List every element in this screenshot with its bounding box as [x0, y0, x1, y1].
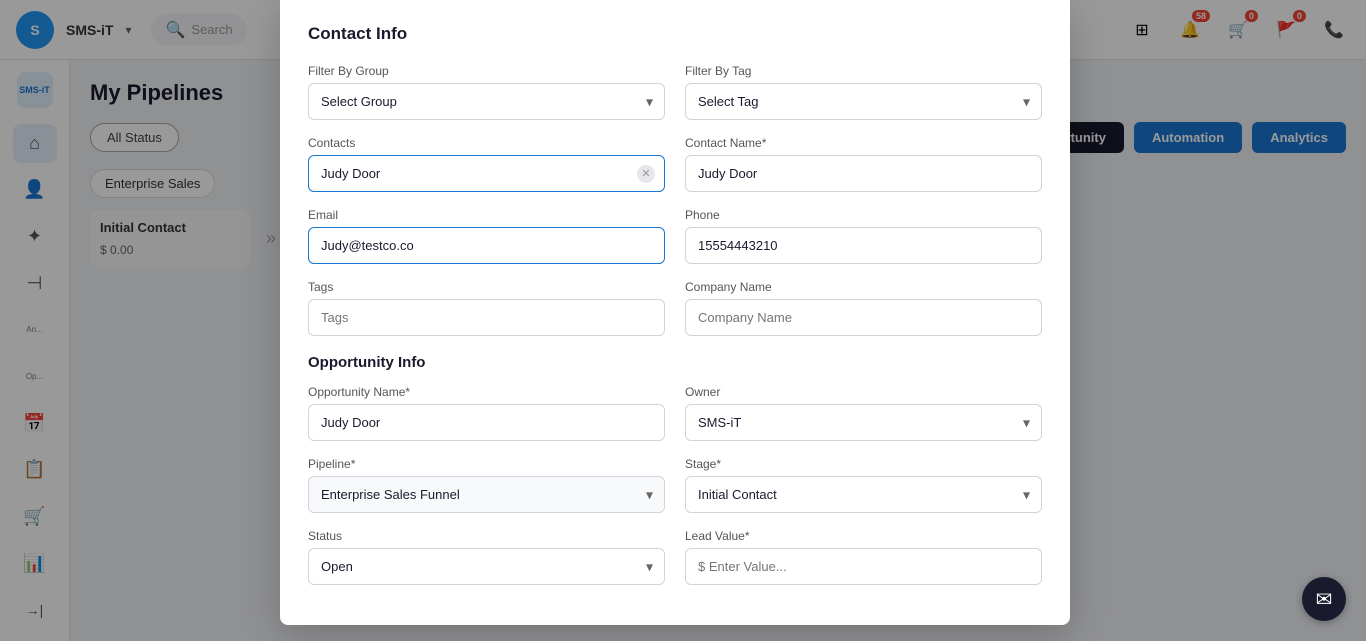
chat-icon: ✉: [1316, 587, 1333, 612]
pipeline-select[interactable]: Enterprise Sales Funnel: [308, 476, 665, 513]
owner-label: Owner: [685, 385, 1042, 399]
contacts-group: Contacts ✕: [308, 136, 665, 192]
filter-tag-label: Filter By Tag: [685, 64, 1042, 78]
pipeline-stage-row: Pipeline* Enterprise Sales Funnel Stage*…: [308, 457, 1042, 513]
email-group: Email: [308, 208, 665, 264]
owner-group: Owner SMS-iT: [685, 385, 1042, 441]
company-input[interactable]: [685, 299, 1042, 336]
stage-select[interactable]: Initial Contact: [685, 476, 1042, 513]
stage-select-wrapper: Initial Contact: [685, 476, 1042, 513]
contacts-input[interactable]: [308, 155, 665, 192]
contact-input-wrapper: ✕: [308, 155, 665, 192]
select-group-dropdown[interactable]: Select Group: [308, 83, 665, 120]
chat-button[interactable]: ✉: [1302, 577, 1346, 621]
pipeline-select-wrapper: Enterprise Sales Funnel: [308, 476, 665, 513]
lead-value-group: Lead Value*: [685, 529, 1042, 585]
email-phone-row: Email Phone: [308, 208, 1042, 264]
lead-value-label: Lead Value*: [685, 529, 1042, 543]
lead-value-input[interactable]: [685, 548, 1042, 585]
filter-group-group: Filter By Group Select Group: [308, 64, 665, 120]
status-lead-row: Status Open Lead Value*: [308, 529, 1042, 585]
opp-name-group: Opportunity Name*: [308, 385, 665, 441]
select-tag-wrapper: Select Tag: [685, 83, 1042, 120]
opp-name-input[interactable]: [308, 404, 665, 441]
stage-group: Stage* Initial Contact: [685, 457, 1042, 513]
stage-label: Stage*: [685, 457, 1042, 471]
owner-select[interactable]: SMS-iT: [685, 404, 1042, 441]
opp-name-owner-row: Opportunity Name* Owner SMS-iT: [308, 385, 1042, 441]
company-group: Company Name: [685, 280, 1042, 336]
contact-clear-btn[interactable]: ✕: [637, 165, 655, 183]
tags-input[interactable]: [308, 299, 665, 336]
tags-company-row: Tags Company Name: [308, 280, 1042, 336]
contacts-label: Contacts: [308, 136, 665, 150]
tags-group: Tags: [308, 280, 665, 336]
contact-name-label: Contact Name*: [685, 136, 1042, 150]
status-select-wrapper: Open: [308, 548, 665, 585]
status-select[interactable]: Open: [308, 548, 665, 585]
contacts-row: Contacts ✕ Contact Name*: [308, 136, 1042, 192]
contact-name-input[interactable]: [685, 155, 1042, 192]
pipeline-group: Pipeline* Enterprise Sales Funnel: [308, 457, 665, 513]
tags-label: Tags: [308, 280, 665, 294]
modal-contact-info: Contact Info Filter By Group Select Grou…: [280, 0, 1070, 625]
filter-row: Filter By Group Select Group Filter By T…: [308, 64, 1042, 120]
phone-label: Phone: [685, 208, 1042, 222]
opp-name-label: Opportunity Name*: [308, 385, 665, 399]
phone-input[interactable]: [685, 227, 1042, 264]
email-input[interactable]: [308, 227, 665, 264]
company-label: Company Name: [685, 280, 1042, 294]
filter-group-label: Filter By Group: [308, 64, 665, 78]
phone-group: Phone: [685, 208, 1042, 264]
modal-title: Contact Info: [308, 24, 1042, 44]
owner-select-wrapper: SMS-iT: [685, 404, 1042, 441]
select-group-wrapper: Select Group: [308, 83, 665, 120]
opportunity-section-title: Opportunity Info: [308, 354, 1042, 371]
status-label: Status: [308, 529, 665, 543]
pipeline-label: Pipeline*: [308, 457, 665, 471]
filter-tag-group: Filter By Tag Select Tag: [685, 64, 1042, 120]
contact-name-group: Contact Name*: [685, 136, 1042, 192]
status-group: Status Open: [308, 529, 665, 585]
email-label: Email: [308, 208, 665, 222]
select-tag-dropdown[interactable]: Select Tag: [685, 83, 1042, 120]
